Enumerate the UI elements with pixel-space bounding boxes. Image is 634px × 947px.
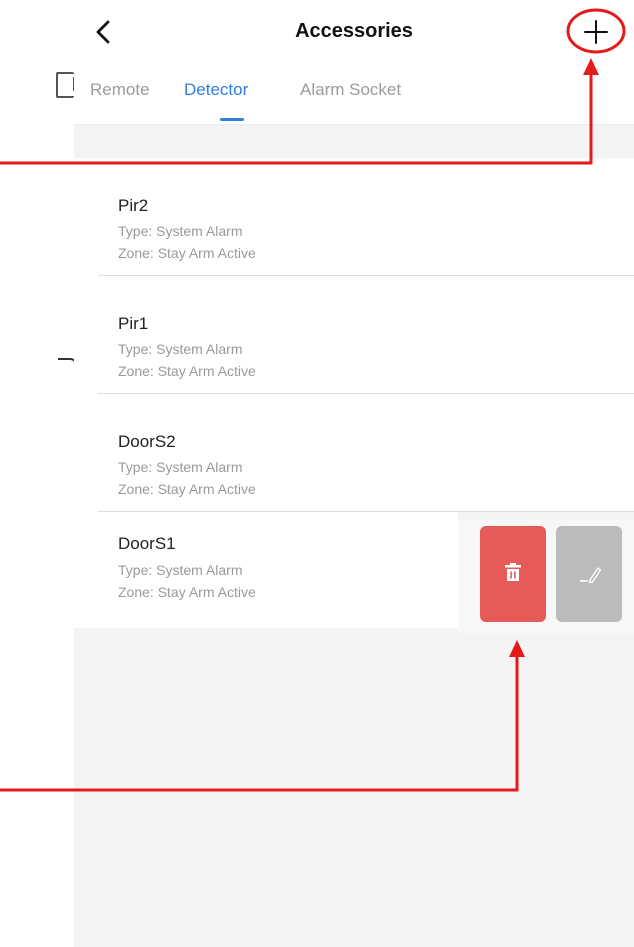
item-zone: Zone: Stay Arm Active bbox=[118, 584, 256, 600]
item-zone: Zone: Stay Arm Active bbox=[118, 481, 256, 497]
delete-button[interactable] bbox=[480, 526, 546, 622]
accessories-screen: Accessories Remote Detector Alarm Socket… bbox=[74, 0, 634, 947]
item-zone: Zone: Stay Arm Active bbox=[118, 245, 256, 261]
tab-detector[interactable]: Detector bbox=[184, 80, 248, 100]
tab-remote[interactable]: Remote bbox=[90, 80, 150, 100]
list-item-swiped[interactable]: DoorS1 Type: System Alarm Zone: Stay Arm… bbox=[74, 512, 458, 628]
active-tab-indicator bbox=[220, 118, 244, 121]
page-title: Accessories bbox=[295, 20, 413, 42]
item-type: Type: System Alarm bbox=[118, 459, 243, 475]
item-name: DoorS2 bbox=[118, 432, 176, 451]
item-zone: Zone: Stay Arm Active bbox=[118, 363, 256, 379]
item-name: DoorS1 bbox=[118, 534, 176, 553]
item-type: Type: System Alarm bbox=[118, 223, 243, 239]
item-name: Pir2 bbox=[118, 196, 149, 215]
list-item[interactable]: Pir1 Type: System Alarm Zone: Stay Arm A… bbox=[74, 276, 634, 394]
trash-icon bbox=[505, 563, 521, 581]
item-type: Type: System Alarm bbox=[118, 562, 243, 578]
list-item[interactable]: Pir2 Type: System Alarm Zone: Stay Arm A… bbox=[74, 158, 634, 276]
tab-alarm-socket[interactable]: Alarm Socket bbox=[300, 80, 401, 100]
item-name: Pir1 bbox=[118, 314, 149, 333]
pencil-icon bbox=[580, 567, 602, 584]
item-type: Type: System Alarm bbox=[118, 341, 243, 357]
edit-button[interactable] bbox=[556, 526, 622, 622]
list-item[interactable]: DoorS2 Type: System Alarm Zone: Stay Arm… bbox=[74, 394, 634, 512]
left-cropped-panel bbox=[0, 0, 78, 947]
cropped-icon-fragment bbox=[56, 72, 76, 98]
plus-icon[interactable] bbox=[580, 16, 612, 48]
header: Accessories Remote Detector Alarm Socket bbox=[74, 0, 634, 125]
